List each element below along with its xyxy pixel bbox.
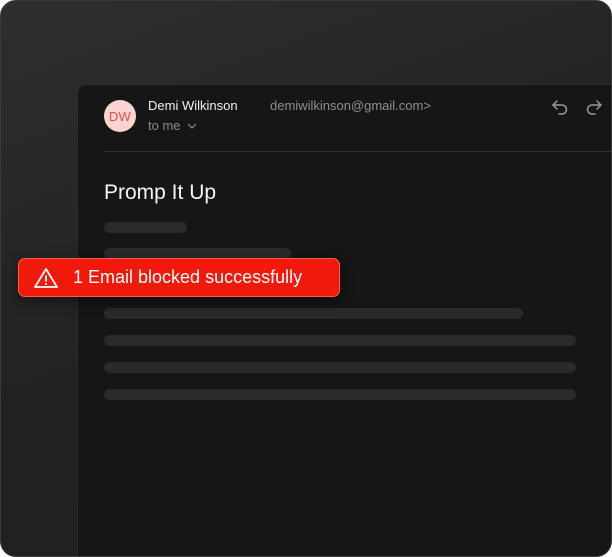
skeleton-line bbox=[104, 389, 576, 400]
recipient-label: to me bbox=[148, 118, 181, 133]
app-window: DW Demi Wilkinson demiwilkinson@gmail.co… bbox=[0, 0, 612, 557]
skeleton-line bbox=[104, 308, 523, 319]
blocked-toast: 1 Email blocked successfully bbox=[18, 258, 340, 297]
forward-icon[interactable] bbox=[584, 97, 604, 117]
header-divider bbox=[104, 151, 611, 152]
chevron-down-icon bbox=[187, 123, 196, 129]
sender-name: Demi Wilkinson bbox=[148, 98, 238, 113]
warning-icon bbox=[34, 267, 58, 288]
email-subject: Promp It Up bbox=[104, 181, 217, 204]
email-preview: DW Demi Wilkinson demiwilkinson@gmail.co… bbox=[77, 84, 611, 556]
skeleton-line bbox=[104, 335, 576, 346]
avatar: DW bbox=[104, 100, 136, 132]
toast-message: 1 Email blocked successfully bbox=[73, 267, 303, 287]
recipient-dropdown[interactable]: to me bbox=[148, 118, 197, 133]
sender-email: demiwilkinson@gmail.com> bbox=[270, 98, 431, 113]
skeleton-line bbox=[104, 362, 576, 373]
reply-icon[interactable] bbox=[550, 97, 570, 117]
email-actions bbox=[550, 97, 604, 117]
skeleton-line bbox=[104, 222, 187, 233]
